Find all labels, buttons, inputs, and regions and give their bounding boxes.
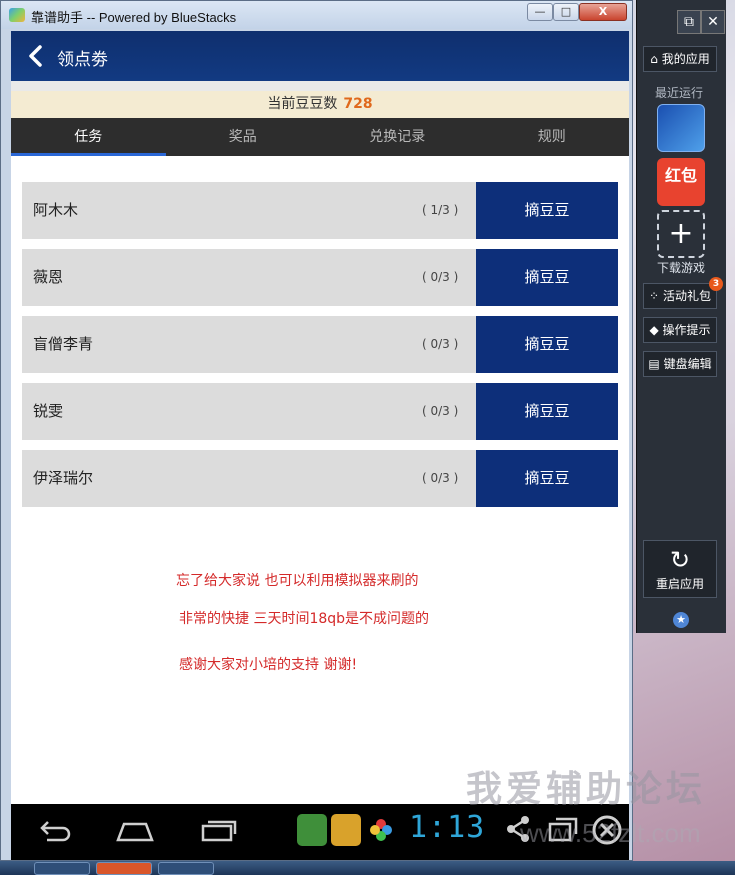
task-name: 盲僧李青 bbox=[33, 335, 94, 353]
task-row: 锐雯 ( 0/3 ) 摘豆豆 bbox=[22, 383, 618, 440]
close-button[interactable]: X bbox=[579, 3, 627, 21]
popout-icon[interactable]: ⧉ bbox=[677, 10, 701, 34]
note-line: 感谢大家对小培的支持 谢谢! bbox=[179, 657, 358, 673]
bluestacks-sidebar: ⧉ ✕ ⌂ 我的应用 最近运行 红包 + 下载游戏 ⁘ 活动礼包 3 ◆ 操作提… bbox=[636, 0, 726, 633]
app-header: 领点劵 bbox=[11, 31, 629, 81]
window-titlebar[interactable]: 靠谱助手 -- Powered by BlueStacks — □ X bbox=[1, 1, 632, 29]
tab-tasks[interactable]: 任务 bbox=[11, 118, 166, 156]
gift-pack-button[interactable]: ⁘ 活动礼包 bbox=[643, 283, 717, 309]
note-line: 忘了给大家说 也可以利用模拟器来刷的 bbox=[176, 573, 419, 589]
task-progress: ( 1/3 ) bbox=[422, 203, 459, 217]
tab-prizes[interactable]: 奖品 bbox=[166, 118, 321, 156]
pick-beans-button[interactable]: 摘豆豆 bbox=[476, 316, 618, 373]
keyboard-edit-label: 键盘编辑 bbox=[663, 357, 712, 371]
tips-icon: ◆ bbox=[649, 323, 659, 337]
note-line: 非常的快捷 三天时间18qb是不成问题的 bbox=[179, 611, 430, 627]
status-clock: 1:13 bbox=[409, 810, 486, 845]
bean-count-label: 当前豆豆数 bbox=[267, 96, 338, 112]
link-app-icon[interactable] bbox=[297, 814, 327, 846]
hongbao-app-icon[interactable]: 红包 bbox=[657, 158, 705, 206]
grid-icon: ⁘ bbox=[649, 289, 660, 303]
task-row: 阿木木 ( 1/3 ) 摘豆豆 bbox=[22, 182, 618, 239]
emulator-window: 靠谱助手 -- Powered by BlueStacks — □ X 领点劵 … bbox=[0, 0, 633, 861]
restart-app-button[interactable]: ↻ 重启应用 bbox=[643, 540, 717, 598]
operation-tips-button[interactable]: ◆ 操作提示 bbox=[643, 317, 717, 343]
divider bbox=[11, 81, 629, 91]
tab-exchange-history[interactable]: 兑换记录 bbox=[320, 118, 475, 156]
download-games-label[interactable]: 下载游戏 bbox=[657, 259, 705, 276]
maximize-button[interactable]: □ bbox=[553, 3, 579, 21]
home-small-icon: ⌂ bbox=[650, 52, 658, 66]
gift-pack-label: 活动礼包 bbox=[662, 289, 711, 303]
task-name: 阿木木 bbox=[33, 201, 79, 219]
pick-beans-button[interactable]: 摘豆豆 bbox=[476, 249, 618, 306]
forum-watermark-url: www.52fzlt.com bbox=[520, 818, 701, 848]
refresh-icon: ↻ bbox=[669, 546, 691, 574]
minimize-button[interactable]: — bbox=[527, 3, 553, 21]
bean-count-bar: 当前豆豆数 728 bbox=[11, 91, 629, 118]
task-name: 伊泽瑞尔 bbox=[33, 469, 94, 487]
hongbao-label: 红包 bbox=[664, 166, 697, 185]
my-apps-label: 我的应用 bbox=[661, 52, 710, 66]
window-title: 靠谱助手 -- Powered by BlueStacks bbox=[31, 10, 237, 25]
pick-beans-button[interactable]: 摘豆豆 bbox=[476, 450, 618, 507]
league-game-icon[interactable] bbox=[657, 104, 705, 152]
task-name: 锐雯 bbox=[33, 402, 64, 420]
keyboard-edit-button[interactable]: ▤ 键盘编辑 bbox=[643, 351, 717, 377]
task-progress: ( 0/3 ) bbox=[422, 471, 459, 485]
recent-apps-icon[interactable] bbox=[199, 814, 239, 851]
task-row: 盲僧李青 ( 0/3 ) 摘豆豆 bbox=[22, 316, 618, 373]
taskbar-button[interactable] bbox=[158, 862, 214, 875]
task-row: 薇恩 ( 0/3 ) 摘豆豆 bbox=[22, 249, 618, 306]
windows-taskbar bbox=[0, 861, 735, 875]
forum-watermark: 我爱辅助论坛 bbox=[466, 769, 707, 810]
task-row: 伊泽瑞尔 ( 0/3 ) 摘豆豆 bbox=[22, 450, 618, 507]
tab-bar: 任务 奖品 兑换记录 规则 bbox=[11, 118, 629, 156]
task-progress: ( 0/3 ) bbox=[422, 337, 459, 351]
bean-count-value: 728 bbox=[343, 96, 373, 112]
operation-tips-label: 操作提示 bbox=[662, 323, 711, 337]
page-title: 领点劵 bbox=[57, 50, 108, 70]
sidebar-close-icon[interactable]: ✕ bbox=[701, 10, 725, 34]
pick-beans-button[interactable]: 摘豆豆 bbox=[476, 383, 618, 440]
bluestacks-app-icon bbox=[9, 8, 25, 22]
task-list: 阿木木 ( 1/3 ) 摘豆豆 薇恩 ( 0/3 ) 摘豆豆 盲僧李青 ( 0/… bbox=[22, 182, 618, 517]
task-progress: ( 0/3 ) bbox=[422, 404, 459, 418]
chevron-left-icon[interactable] bbox=[25, 44, 47, 68]
task-name: 薇恩 bbox=[33, 268, 64, 286]
pick-beans-button[interactable]: 摘豆豆 bbox=[476, 182, 618, 239]
tab-rules[interactable]: 规则 bbox=[475, 118, 630, 156]
back-arrow-icon[interactable] bbox=[35, 814, 71, 851]
taskbar-button[interactable] bbox=[96, 862, 152, 875]
restart-app-label: 重启应用 bbox=[655, 577, 704, 591]
clover-icon[interactable] bbox=[367, 816, 395, 851]
my-apps-button[interactable]: ⌂ 我的应用 bbox=[643, 46, 717, 72]
game-app-icon[interactable] bbox=[331, 814, 361, 846]
taskbar-button[interactable] bbox=[34, 862, 90, 875]
plus-icon[interactable]: + bbox=[657, 210, 705, 258]
star-icon[interactable]: ★ bbox=[673, 612, 689, 628]
home-icon[interactable] bbox=[115, 814, 155, 851]
notification-badge: 3 bbox=[709, 277, 723, 291]
task-progress: ( 0/3 ) bbox=[422, 270, 459, 284]
android-screen: 领点劵 当前豆豆数 728 任务 奖品 兑换记录 规则 阿木木 ( 1/3 ) 摘… bbox=[11, 31, 629, 860]
recent-label: 最近运行 bbox=[655, 86, 704, 100]
keyboard-icon: ▤ bbox=[648, 357, 660, 371]
